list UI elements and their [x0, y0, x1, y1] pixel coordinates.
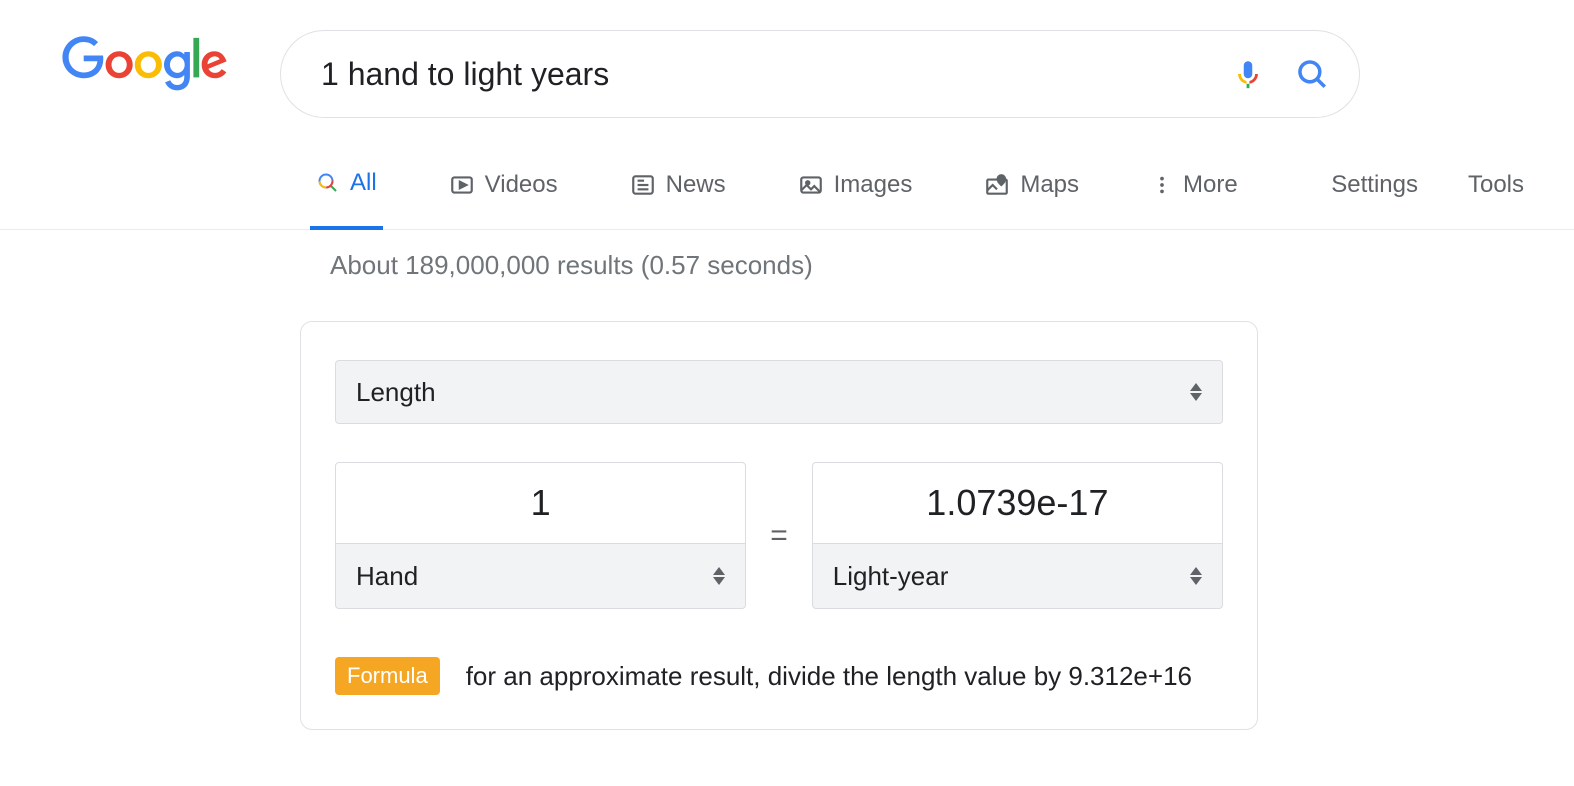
- tab-more-label: More: [1183, 171, 1238, 199]
- search-icons: [1231, 57, 1329, 91]
- voice-search-icon[interactable]: [1231, 57, 1265, 91]
- converter-category-select[interactable]: Length: [335, 360, 1223, 424]
- result-stats: About 189,000,000 results (0.57 seconds): [0, 250, 1574, 281]
- chevron-sort-icon: [713, 567, 725, 585]
- converter-to-column: Light-year: [812, 462, 1223, 609]
- tab-maps-label: Maps: [1020, 171, 1079, 199]
- tab-images-label: Images: [834, 171, 913, 199]
- search-icon[interactable]: [1295, 57, 1329, 91]
- formula-row: Formula for an approximate result, divid…: [335, 657, 1223, 695]
- converter-from-column: Hand: [335, 462, 746, 609]
- chevron-sort-icon: [1190, 383, 1202, 401]
- converter-to-unit-label: Light-year: [833, 561, 949, 592]
- formula-badge: Formula: [335, 657, 440, 695]
- image-icon: [798, 172, 824, 198]
- tab-news-label: News: [666, 171, 726, 199]
- header: [0, 0, 1574, 118]
- video-icon: [449, 172, 475, 198]
- settings-link[interactable]: Settings: [1331, 171, 1418, 217]
- tab-all[interactable]: All: [310, 158, 383, 230]
- search-icon: [316, 171, 340, 195]
- tab-news[interactable]: News: [624, 158, 732, 230]
- converter-from-unit-label: Hand: [356, 561, 418, 592]
- search-container: [280, 30, 1360, 118]
- unit-converter-card: Length Hand = Light-year: [300, 321, 1258, 730]
- right-tools: Settings Tools: [1331, 171, 1574, 217]
- tab-maps[interactable]: Maps: [978, 158, 1085, 230]
- more-icon: [1151, 174, 1173, 196]
- equals-sign: =: [770, 519, 788, 553]
- map-icon: [984, 172, 1010, 198]
- search-input[interactable]: [321, 56, 1231, 93]
- tab-videos-label: Videos: [485, 171, 558, 199]
- news-icon: [630, 172, 656, 198]
- tab-videos[interactable]: Videos: [443, 158, 564, 230]
- converter-category-label: Length: [356, 377, 436, 408]
- converter-from-value[interactable]: [335, 462, 746, 544]
- converter-from-unit-select[interactable]: Hand: [335, 543, 746, 609]
- search-bar[interactable]: [280, 30, 1360, 118]
- google-logo[interactable]: [60, 36, 230, 97]
- converter-row: Hand = Light-year: [335, 462, 1223, 609]
- converter-to-value[interactable]: [812, 462, 1223, 544]
- chevron-sort-icon: [1190, 567, 1202, 585]
- tools-link[interactable]: Tools: [1468, 171, 1524, 217]
- converter-to-unit-select[interactable]: Light-year: [812, 543, 1223, 609]
- tab-images[interactable]: Images: [792, 158, 919, 230]
- tab-all-label: All: [350, 169, 377, 197]
- tabs-row: All Videos News Images Maps More Setting…: [0, 158, 1574, 230]
- formula-text: for an approximate result, divide the le…: [466, 661, 1192, 692]
- tab-more[interactable]: More: [1145, 158, 1244, 230]
